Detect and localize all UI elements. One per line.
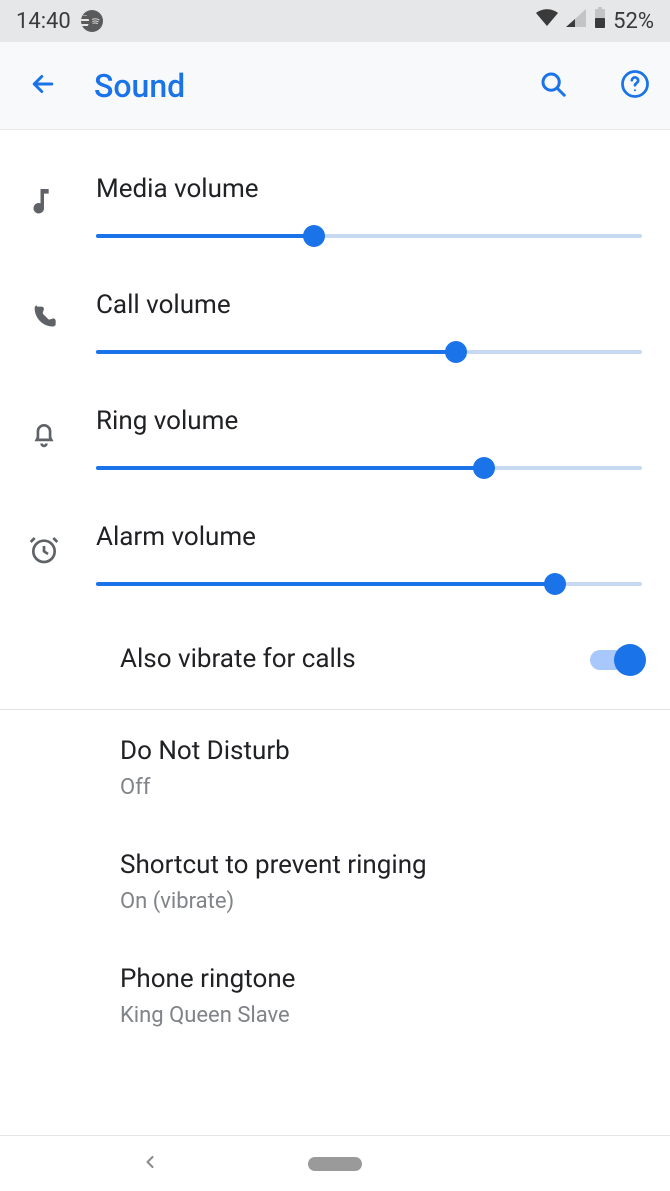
- battery-percent: 52%: [613, 9, 654, 34]
- vibrate-for-calls-toggle[interactable]: [590, 646, 642, 674]
- call-volume-slider[interactable]: [96, 344, 642, 360]
- navigation-bar: [0, 1135, 670, 1191]
- alarm-volume-slider[interactable]: [96, 576, 642, 592]
- call-volume-label: Call volume: [96, 290, 642, 320]
- settings-content: Media volume Call volume Ring vo: [0, 130, 670, 1052]
- battery-icon: [593, 7, 607, 35]
- ring-volume-label: Ring volume: [96, 406, 642, 436]
- phone-ringtone-row[interactable]: Phone ringtone King Queen Slave: [0, 938, 670, 1052]
- vibrate-for-calls-row[interactable]: Also vibrate for calls: [0, 610, 670, 709]
- signal-icon: [565, 8, 587, 34]
- media-volume-label: Media volume: [96, 174, 642, 204]
- ring-volume-slider[interactable]: [96, 460, 642, 476]
- ringtone-title: Phone ringtone: [120, 962, 642, 997]
- search-icon[interactable]: [538, 69, 568, 103]
- media-volume-row: Media volume: [0, 146, 670, 262]
- alarm-clock-icon: [28, 534, 60, 566]
- status-bar: 14:40 52%: [0, 0, 670, 42]
- page-title: Sound: [94, 67, 502, 105]
- spotify-icon: [81, 10, 103, 32]
- shortcut-title: Shortcut to prevent ringing: [120, 848, 642, 883]
- music-note-icon: [28, 186, 60, 220]
- help-icon[interactable]: [620, 69, 650, 103]
- dnd-row[interactable]: Do Not Disturb Off: [0, 710, 670, 824]
- dnd-title: Do Not Disturb: [120, 734, 642, 769]
- nav-back-icon[interactable]: [140, 1150, 160, 1178]
- bell-icon: [28, 418, 60, 452]
- status-time: 14:40: [16, 9, 71, 34]
- alarm-volume-label: Alarm volume: [96, 522, 642, 552]
- phone-icon: [28, 302, 60, 330]
- wifi-icon: [535, 8, 559, 34]
- ringtone-subtitle: King Queen Slave: [120, 1003, 642, 1028]
- vibrate-for-calls-label: Also vibrate for calls: [120, 642, 570, 677]
- dnd-subtitle: Off: [120, 775, 642, 800]
- app-bar: Sound: [0, 42, 670, 130]
- nav-home-pill[interactable]: [308, 1157, 362, 1171]
- alarm-volume-row: Alarm volume: [0, 494, 670, 610]
- ring-volume-row: Ring volume: [0, 378, 670, 494]
- back-icon[interactable]: [28, 69, 58, 103]
- shortcut-subtitle: On (vibrate): [120, 889, 642, 914]
- shortcut-prevent-ringing-row[interactable]: Shortcut to prevent ringing On (vibrate): [0, 824, 670, 938]
- media-volume-slider[interactable]: [96, 228, 642, 244]
- call-volume-row: Call volume: [0, 262, 670, 378]
